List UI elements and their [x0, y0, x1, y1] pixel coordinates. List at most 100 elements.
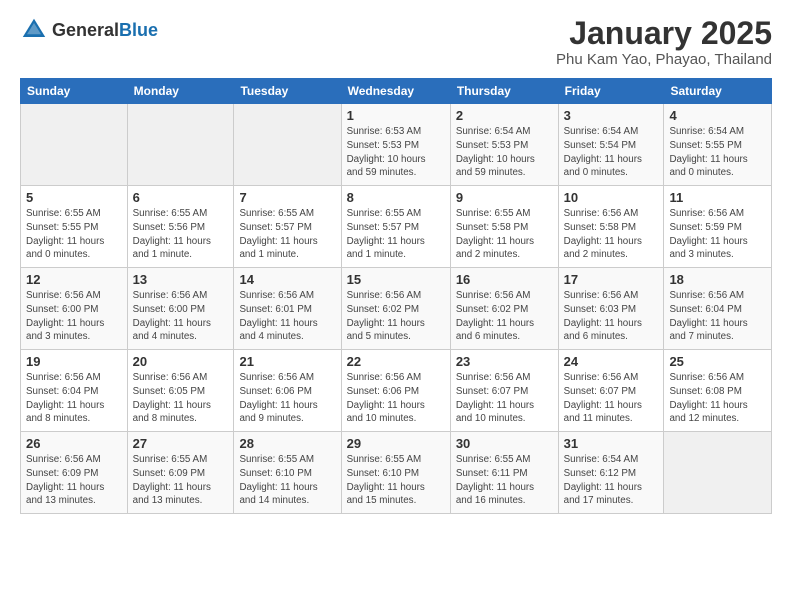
day-detail: Sunrise: 6:56 AM Sunset: 6:02 PM Dayligh…	[347, 289, 445, 344]
col-wednesday: Wednesday	[341, 79, 450, 104]
table-row: 19 Sunrise: 6:56 AM Sunset: 6:04 PM Dayli…	[21, 350, 128, 432]
day-detail: Sunrise: 6:53 AM Sunset: 5:53 PM Dayligh…	[347, 125, 445, 180]
day-detail: Sunrise: 6:56 AM Sunset: 6:07 PM Dayligh…	[456, 371, 553, 426]
day-number: 8	[347, 190, 445, 205]
day-number: 10	[564, 190, 659, 205]
day-detail: Sunrise: 6:56 AM Sunset: 6:07 PM Dayligh…	[564, 371, 659, 426]
table-row: 2 Sunrise: 6:54 AM Sunset: 5:53 PM Daylig…	[450, 104, 558, 186]
day-number: 6	[133, 190, 229, 205]
day-detail: Sunrise: 6:56 AM Sunset: 6:05 PM Dayligh…	[133, 371, 229, 426]
table-row: 13 Sunrise: 6:56 AM Sunset: 6:00 PM Dayli…	[127, 268, 234, 350]
table-row: 28Sunrise: 6:55 AM Sunset: 6:10 PM Dayli…	[234, 432, 341, 514]
logo-blue: Blue	[119, 20, 158, 40]
day-detail: Sunrise: 6:55 AM Sunset: 5:57 PM Dayligh…	[239, 207, 335, 262]
table-row	[234, 104, 341, 186]
day-number: 29	[347, 436, 445, 451]
day-detail: Sunrise: 6:56 AM Sunset: 5:59 PM Dayligh…	[669, 207, 766, 262]
day-number: 23	[456, 354, 553, 369]
day-number: 21	[239, 354, 335, 369]
day-detail: Sunrise: 6:56 AM Sunset: 6:02 PM Dayligh…	[456, 289, 553, 344]
table-row: 4 Sunrise: 6:54 AM Sunset: 5:55 PM Daylig…	[664, 104, 772, 186]
table-row: 3 Sunrise: 6:54 AM Sunset: 5:54 PM Daylig…	[558, 104, 664, 186]
day-detail: Sunrise: 6:56 AM Sunset: 6:06 PM Dayligh…	[347, 371, 445, 426]
col-monday: Monday	[127, 79, 234, 104]
day-detail: Sunrise: 6:56 AM Sunset: 6:04 PM Dayligh…	[26, 371, 122, 426]
day-detail: Sunrise: 6:56 AM Sunset: 6:00 PM Dayligh…	[133, 289, 229, 344]
day-number: 18	[669, 272, 766, 287]
day-number: 19	[26, 354, 122, 369]
col-tuesday: Tuesday	[234, 79, 341, 104]
table-row: 29 Sunrise: 6:55 AM Sunset: 6:10 PM Dayli…	[341, 432, 450, 514]
table-row: 14 Sunrise: 6:56 AM Sunset: 6:01 PM Dayli…	[234, 268, 341, 350]
day-number: 30	[456, 436, 553, 451]
table-row: 15 Sunrise: 6:56 AM Sunset: 6:02 PM Dayli…	[341, 268, 450, 350]
calendar-subtitle: Phu Kam Yao, Phayao, Thailand	[556, 51, 772, 68]
col-thursday: Thursday	[450, 79, 558, 104]
calendar-week-row: 26 Sunrise: 6:56 AM Sunset: 6:09 PM Dayli…	[21, 432, 772, 514]
day-detail: Sunrise: 6:55 AM Sunset: 6:10 PM Dayligh…	[347, 453, 445, 508]
day-detail: Sunrise: 6:56 AM Sunset: 6:01 PM Dayligh…	[239, 289, 335, 344]
table-row: 30 Sunrise: 6:55 AM Sunset: 6:11 PM Dayli…	[450, 432, 558, 514]
table-row: 11Sunrise: 6:56 AM Sunset: 5:59 PM Dayli…	[664, 186, 772, 268]
calendar-week-row: 1Sunrise: 6:53 AM Sunset: 5:53 PM Daylig…	[21, 104, 772, 186]
logo-icon	[20, 16, 48, 44]
day-detail: Sunrise: 6:55 AM Sunset: 5:55 PM Dayligh…	[26, 207, 122, 262]
day-detail: Sunrise: 6:55 AM Sunset: 5:58 PM Dayligh…	[456, 207, 553, 262]
day-number: 13	[133, 272, 229, 287]
day-detail: Sunrise: 6:56 AM Sunset: 6:03 PM Dayligh…	[564, 289, 659, 344]
table-row: 25Sunrise: 6:56 AM Sunset: 6:08 PM Dayli…	[664, 350, 772, 432]
day-detail: Sunrise: 6:55 AM Sunset: 5:56 PM Dayligh…	[133, 207, 229, 262]
col-sunday: Sunday	[21, 79, 128, 104]
day-detail: Sunrise: 6:55 AM Sunset: 6:09 PM Dayligh…	[133, 453, 229, 508]
day-detail: Sunrise: 6:54 AM Sunset: 5:54 PM Dayligh…	[564, 125, 659, 180]
day-number: 2	[456, 108, 553, 123]
logo: GeneralBlue	[20, 16, 158, 44]
table-row	[664, 432, 772, 514]
calendar-header-row: Sunday Monday Tuesday Wednesday Thursday…	[21, 79, 772, 104]
table-row: 16 Sunrise: 6:56 AM Sunset: 6:02 PM Dayli…	[450, 268, 558, 350]
day-number: 17	[564, 272, 659, 287]
table-row: 18Sunrise: 6:56 AM Sunset: 6:04 PM Dayli…	[664, 268, 772, 350]
day-detail: Sunrise: 6:56 AM Sunset: 6:06 PM Dayligh…	[239, 371, 335, 426]
table-row: 24 Sunrise: 6:56 AM Sunset: 6:07 PM Dayli…	[558, 350, 664, 432]
col-saturday: Saturday	[664, 79, 772, 104]
day-number: 4	[669, 108, 766, 123]
day-detail: Sunrise: 6:54 AM Sunset: 5:55 PM Dayligh…	[669, 125, 766, 180]
day-number: 16	[456, 272, 553, 287]
table-row: 9 Sunrise: 6:55 AM Sunset: 5:58 PM Daylig…	[450, 186, 558, 268]
day-detail: Sunrise: 6:54 AM Sunset: 5:53 PM Dayligh…	[456, 125, 553, 180]
day-number: 15	[347, 272, 445, 287]
col-friday: Friday	[558, 79, 664, 104]
day-number: 14	[239, 272, 335, 287]
day-number: 31	[564, 436, 659, 451]
header: GeneralBlue January 2025 Phu Kam Yao, Ph…	[20, 16, 772, 68]
day-detail: Sunrise: 6:55 AM Sunset: 5:57 PM Dayligh…	[347, 207, 445, 262]
day-detail: Sunrise: 6:56 AM Sunset: 6:09 PM Dayligh…	[26, 453, 122, 508]
table-row: 10 Sunrise: 6:56 AM Sunset: 5:58 PM Dayli…	[558, 186, 664, 268]
day-number: 26	[26, 436, 122, 451]
day-detail: Sunrise: 6:56 AM Sunset: 5:58 PM Dayligh…	[564, 207, 659, 262]
table-row: 7Sunrise: 6:55 AM Sunset: 5:57 PM Daylig…	[234, 186, 341, 268]
calendar-title: January 2025	[556, 16, 772, 51]
day-number: 9	[456, 190, 553, 205]
table-row: 6 Sunrise: 6:55 AM Sunset: 5:56 PM Daylig…	[127, 186, 234, 268]
day-detail: Sunrise: 6:55 AM Sunset: 6:11 PM Dayligh…	[456, 453, 553, 508]
day-number: 3	[564, 108, 659, 123]
calendar-week-row: 19 Sunrise: 6:56 AM Sunset: 6:04 PM Dayli…	[21, 350, 772, 432]
day-number: 20	[133, 354, 229, 369]
table-row: 27Sunrise: 6:55 AM Sunset: 6:09 PM Dayli…	[127, 432, 234, 514]
table-row: 21 Sunrise: 6:56 AM Sunset: 6:06 PM Dayli…	[234, 350, 341, 432]
day-number: 24	[564, 354, 659, 369]
day-detail: Sunrise: 6:56 AM Sunset: 6:08 PM Dayligh…	[669, 371, 766, 426]
table-row: 5 Sunrise: 6:55 AM Sunset: 5:55 PM Daylig…	[21, 186, 128, 268]
logo-text: GeneralBlue	[52, 20, 158, 41]
calendar-week-row: 5 Sunrise: 6:55 AM Sunset: 5:55 PM Daylig…	[21, 186, 772, 268]
table-row: 31 Sunrise: 6:54 AM Sunset: 6:12 PM Dayli…	[558, 432, 664, 514]
logo-general: General	[52, 20, 119, 40]
calendar-week-row: 12 Sunrise: 6:56 AM Sunset: 6:00 PM Dayli…	[21, 268, 772, 350]
day-number: 12	[26, 272, 122, 287]
day-detail: Sunrise: 6:54 AM Sunset: 6:12 PM Dayligh…	[564, 453, 659, 508]
day-number: 5	[26, 190, 122, 205]
page: GeneralBlue January 2025 Phu Kam Yao, Ph…	[0, 0, 792, 524]
title-block: January 2025 Phu Kam Yao, Phayao, Thaila…	[556, 16, 772, 68]
